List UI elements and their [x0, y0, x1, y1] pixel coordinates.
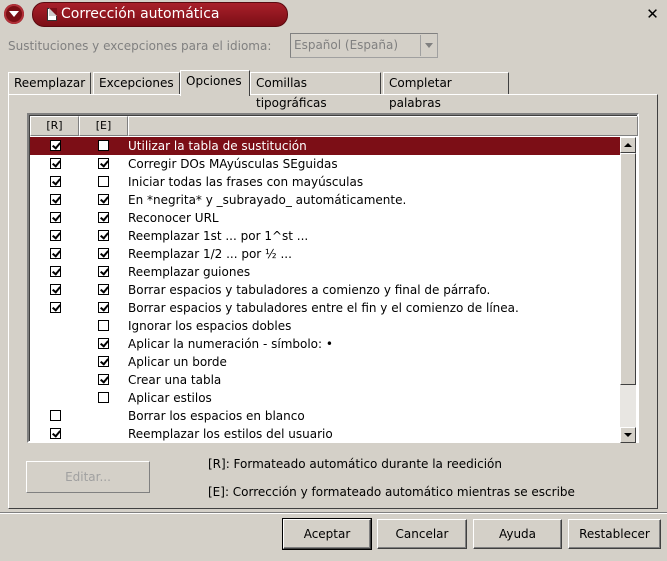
tab-excepciones[interactable]: Excepciones — [93, 72, 180, 94]
list-item[interactable]: Utilizar la tabla de sustitución — [30, 137, 623, 155]
checkbox-r[interactable] — [50, 428, 61, 439]
checkbox-e[interactable] — [98, 320, 109, 331]
accept-button[interactable]: Aceptar — [282, 518, 372, 550]
checkbox-e[interactable] — [98, 194, 109, 205]
list-item-label: Ignorar los espacios dobles — [128, 319, 292, 333]
list-item[interactable]: Corregir DOs MAyúsculas SEguidas — [30, 155, 623, 173]
edit-button[interactable]: Editar... — [26, 461, 150, 493]
list-item-label: En *negrita* y _subrayado_ automáticamen… — [128, 193, 407, 207]
window-title-pill: Corrección automática — [32, 2, 288, 27]
close-icon: ✕ — [646, 5, 659, 23]
bottom-separator — [0, 512, 667, 514]
tab-label: Excepciones — [99, 76, 174, 90]
list-header: [R] [E] — [30, 116, 638, 136]
list-item-label: Borrar los espacios en blanco — [128, 409, 305, 423]
column-header-e[interactable]: [E] — [79, 116, 128, 136]
list-item-label: Reconocer URL — [128, 211, 219, 225]
checkbox-r[interactable] — [50, 176, 61, 187]
checkbox-e[interactable] — [98, 284, 109, 295]
list-item-label: Reemplazar 1/2 ... por ½ ... — [128, 247, 292, 261]
chevron-down-icon[interactable] — [420, 35, 436, 56]
checkbox-e[interactable] — [98, 158, 109, 169]
checkbox-r[interactable] — [50, 230, 61, 241]
list-item-label: Crear una tabla — [128, 373, 222, 387]
options-list[interactable]: [R] [E] Utilizar la tabla de sustitución… — [27, 113, 639, 443]
list-item-label: Iniciar todas las frases con mayúsculas — [128, 175, 364, 189]
legend-r: [R]: Formateado automático durante la re… — [208, 457, 502, 471]
checkbox-r[interactable] — [50, 302, 61, 313]
window-menu-button[interactable] — [4, 4, 24, 24]
language-label: Sustituciones y excepciones para el idio… — [8, 39, 272, 53]
column-header-r[interactable]: [R] — [30, 116, 79, 136]
list-item-label: Borrar espacios y tabuladores entre el f… — [128, 301, 519, 315]
checkbox-e[interactable] — [98, 266, 109, 277]
checkbox-r[interactable] — [50, 248, 61, 259]
checkbox-r[interactable] — [50, 266, 61, 277]
list-item[interactable]: Iniciar todas las frases con mayúsculas — [30, 173, 623, 191]
checkbox-e[interactable] — [98, 176, 109, 187]
checkbox-r[interactable] — [50, 212, 61, 223]
window-title: Corrección automática — [61, 6, 220, 22]
title-bar: Corrección automática ✕ — [0, 0, 667, 29]
checkbox-r[interactable] — [50, 158, 61, 169]
tab-completar-palabras[interactable]: Completar palabras — [383, 72, 509, 110]
list-item-label: Reemplazar guiones — [128, 265, 251, 279]
document-icon — [47, 8, 57, 21]
list-item[interactable]: Reconocer URL — [30, 209, 623, 227]
list-item[interactable]: En *negrita* y _subrayado_ automáticamen… — [30, 191, 623, 209]
list-item-label: Borrar espacios y tabuladores a comienzo… — [128, 283, 491, 297]
scroll-down-icon[interactable] — [620, 427, 636, 443]
checkbox-e[interactable] — [98, 230, 109, 241]
checkbox-e[interactable] — [98, 338, 109, 349]
reset-button[interactable]: Restablecer — [568, 519, 661, 549]
checkbox-e[interactable] — [98, 248, 109, 259]
list-item-label: Aplicar un borde — [128, 355, 227, 369]
checkbox-e[interactable] — [98, 392, 109, 403]
vertical-scrollbar[interactable] — [620, 137, 636, 443]
tab-opciones[interactable]: Opciones — [180, 70, 250, 96]
list-item-label: Reemplazar los estilos del usuario — [128, 427, 333, 441]
list-item-label: Corregir DOs MAyúsculas SEguidas — [128, 157, 338, 171]
tab-comillas[interactable]: Comillas tipográficas — [250, 72, 381, 110]
checkbox-r[interactable] — [50, 284, 61, 295]
list-item-label: Utilizar la tabla de sustitución — [128, 139, 307, 153]
list-item[interactable]: Aplicar un borde — [30, 353, 623, 371]
list-item[interactable]: Ignorar los espacios dobles — [30, 317, 623, 335]
list-item[interactable]: Aplicar estilos — [30, 389, 623, 407]
checkbox-e[interactable] — [98, 140, 109, 151]
checkbox-e[interactable] — [98, 302, 109, 313]
help-button[interactable]: Ayuda — [473, 519, 562, 549]
list-item[interactable]: Borrar espacios y tabuladores a comienzo… — [30, 281, 623, 299]
tab-label: Opciones — [186, 74, 242, 88]
list-item[interactable]: Borrar espacios y tabuladores entre el f… — [30, 299, 623, 317]
column-header-option[interactable] — [128, 116, 638, 136]
list-item[interactable]: Reemplazar los estilos del usuario — [30, 425, 623, 443]
list-item-label: Aplicar estilos — [128, 391, 212, 405]
checkbox-r[interactable] — [50, 140, 61, 151]
tab-reemplazar[interactable]: Reemplazar — [8, 72, 91, 94]
list-item-label: Aplicar la numeración - símbolo: • — [128, 337, 333, 351]
checkbox-r[interactable] — [50, 410, 61, 421]
list-rows: Utilizar la tabla de sustitución Corregir… — [30, 137, 623, 443]
list-item[interactable]: Aplicar la numeración - símbolo: • — [30, 335, 623, 353]
list-item-label: Reemplazar 1st ... por 1^st ... — [128, 229, 309, 243]
list-item[interactable]: Reemplazar 1st ... por 1^st ... — [30, 227, 623, 245]
close-button[interactable]: ✕ — [644, 6, 661, 23]
language-value: Español (España) — [294, 38, 399, 52]
checkbox-r[interactable] — [50, 194, 61, 205]
scroll-up-icon[interactable] — [620, 137, 636, 153]
checkbox-e[interactable] — [98, 212, 109, 223]
tab-label: Reemplazar — [14, 76, 86, 90]
list-item[interactable]: Reemplazar 1/2 ... por ½ ... — [30, 245, 623, 263]
cancel-button[interactable]: Cancelar — [377, 519, 467, 549]
legend-e: [E]: Corrección y formateado automático … — [208, 485, 575, 499]
list-item[interactable]: Borrar los espacios en blanco — [30, 407, 623, 425]
language-select[interactable]: Español (España) — [290, 33, 438, 58]
list-item[interactable]: Reemplazar guiones — [30, 263, 623, 281]
checkbox-e[interactable] — [98, 374, 109, 385]
scroll-thumb[interactable] — [620, 153, 636, 385]
list-item[interactable]: Crear una tabla — [30, 371, 623, 389]
checkbox-e[interactable] — [98, 356, 109, 367]
